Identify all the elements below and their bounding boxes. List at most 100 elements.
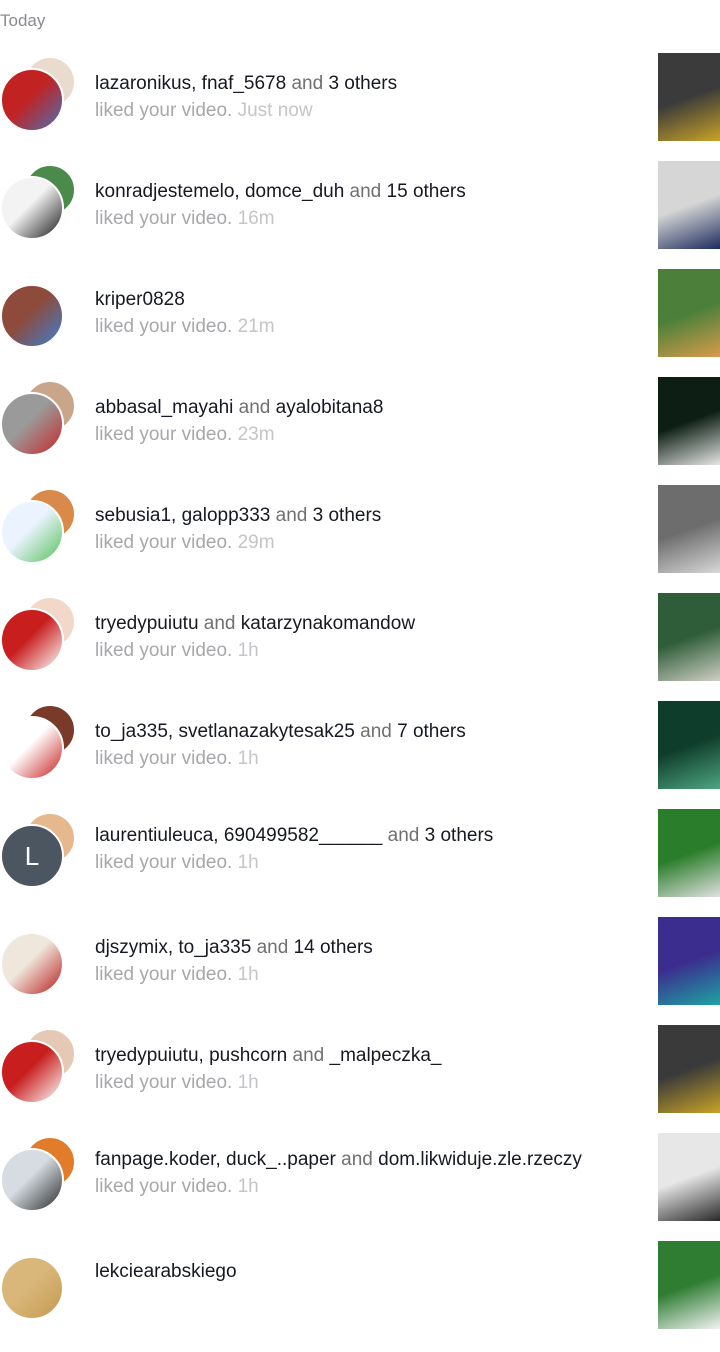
- and-separator: and: [335, 1149, 379, 1170]
- avatar[interactable]: [0, 1148, 64, 1212]
- avatar[interactable]: [0, 176, 64, 240]
- action-text: liked your video.: [95, 852, 233, 873]
- avatar[interactable]: [0, 1256, 64, 1320]
- actor-extra[interactable]: 14 others: [294, 937, 373, 958]
- avatar-group[interactable]: [0, 164, 80, 244]
- avatar-group[interactable]: [0, 380, 80, 460]
- avatar[interactable]: [0, 716, 64, 780]
- actor-name-list[interactable]: abbasal_mayahi: [95, 397, 233, 418]
- and-separator: and: [198, 613, 241, 634]
- avatar[interactable]: [0, 500, 64, 564]
- notification-row[interactable]: Llaurentiuleuca, 690499582______ and 3 o…: [0, 809, 720, 920]
- actor-extra[interactable]: _malpeczka_: [330, 1045, 442, 1066]
- and-separator: and: [251, 937, 294, 958]
- actor-name-list[interactable]: lazaronikus, fnaf_5678: [95, 73, 286, 94]
- avatar-group[interactable]: [0, 1028, 80, 1108]
- avatar[interactable]: L: [0, 824, 64, 888]
- actor-names[interactable]: kriper0828: [95, 286, 595, 313]
- actor-extra[interactable]: dom.likwiduje.zle.rzeczy: [378, 1149, 582, 1170]
- avatar-group[interactable]: [0, 272, 80, 352]
- actor-name-list[interactable]: tryedypuiutu, pushcorn: [95, 1045, 287, 1066]
- notification-text: lekciearabskiego: [95, 1258, 595, 1285]
- actor-name-list[interactable]: laurentiuleuca, 690499582______: [95, 825, 382, 846]
- actor-names[interactable]: djszymix, to_ja335 and 14 others: [95, 934, 595, 961]
- video-thumbnail[interactable]: [658, 485, 720, 573]
- actor-extra[interactable]: katarzynakomandow: [241, 613, 415, 634]
- actor-name-list[interactable]: djszymix, to_ja335: [95, 937, 251, 958]
- avatar[interactable]: [0, 392, 64, 456]
- video-thumbnail[interactable]: [658, 161, 720, 249]
- actor-names[interactable]: to_ja335, svetlanazakytesak25 and 7 othe…: [95, 718, 595, 745]
- avatar[interactable]: [0, 608, 64, 672]
- video-thumbnail[interactable]: [658, 1241, 720, 1329]
- action-text: liked your video.: [95, 424, 233, 445]
- video-thumbnail[interactable]: [658, 377, 720, 465]
- avatar[interactable]: [0, 284, 64, 348]
- video-thumbnail[interactable]: [658, 701, 720, 789]
- video-thumbnail[interactable]: [658, 1025, 720, 1113]
- video-thumbnail[interactable]: [658, 809, 720, 897]
- avatar[interactable]: [0, 932, 64, 996]
- notification-row[interactable]: sebusia1, galopp333 and 3 others liked yo…: [0, 485, 720, 596]
- actor-names[interactable]: lekciearabskiego: [95, 1258, 595, 1285]
- and-separator: and: [233, 397, 276, 418]
- timestamp: 1h: [232, 1176, 259, 1197]
- avatar-group[interactable]: [0, 920, 80, 1000]
- actor-names[interactable]: konradjestemelo, domce_duh and 15 others: [95, 178, 595, 205]
- actor-name-list[interactable]: to_ja335, svetlanazakytesak25: [95, 721, 355, 742]
- avatar-group[interactable]: [0, 56, 80, 136]
- avatar[interactable]: [0, 68, 64, 132]
- actor-extra[interactable]: 3 others: [328, 73, 397, 94]
- action-line: liked your video. 1h: [95, 1069, 595, 1096]
- notification-row[interactable]: fanpage.koder, duck_..paper and dom.likw…: [0, 1133, 720, 1244]
- actor-name-list[interactable]: lekciearabskiego: [95, 1261, 237, 1282]
- actor-names[interactable]: sebusia1, galopp333 and 3 others: [95, 502, 595, 529]
- video-thumbnail[interactable]: [658, 593, 720, 681]
- action-text: liked your video.: [95, 100, 233, 121]
- actor-names[interactable]: tryedypuiutu and katarzynakomandow: [95, 610, 595, 637]
- notification-row[interactable]: lekciearabskiego: [0, 1241, 720, 1352]
- notification-row[interactable]: abbasal_mayahi and ayalobitana8 liked you…: [0, 377, 720, 488]
- notification-row[interactable]: djszymix, to_ja335 and 14 others liked yo…: [0, 917, 720, 1028]
- actor-name-list[interactable]: konradjestemelo, domce_duh: [95, 181, 344, 202]
- avatar-group[interactable]: [0, 1244, 80, 1324]
- actor-name-list[interactable]: kriper0828: [95, 289, 185, 310]
- notification-row[interactable]: tryedypuiutu and katarzynakomandow liked …: [0, 593, 720, 704]
- avatar[interactable]: [0, 1040, 64, 1104]
- action-line: liked your video. 1h: [95, 961, 595, 988]
- notification-text: laurentiuleuca, 690499582______ and 3 ot…: [95, 822, 595, 876]
- avatar-group[interactable]: [0, 596, 80, 676]
- actor-extra[interactable]: ayalobitana8: [276, 397, 384, 418]
- actor-name-list[interactable]: tryedypuiutu: [95, 613, 199, 634]
- video-thumbnail[interactable]: [658, 1133, 720, 1221]
- actor-name-list[interactable]: sebusia1, galopp333: [95, 505, 270, 526]
- avatar-group[interactable]: L: [0, 812, 80, 892]
- actor-extra[interactable]: 15 others: [387, 181, 466, 202]
- actor-names[interactable]: fanpage.koder, duck_..paper and dom.likw…: [95, 1146, 595, 1173]
- avatar-group[interactable]: [0, 488, 80, 568]
- video-thumbnail[interactable]: [658, 917, 720, 1005]
- and-separator: and: [382, 825, 425, 846]
- video-thumbnail[interactable]: [658, 53, 720, 141]
- avatar-group[interactable]: [0, 1136, 80, 1216]
- notification-row[interactable]: kriper0828 liked your video. 21m: [0, 269, 720, 380]
- actor-extra[interactable]: 3 others: [313, 505, 382, 526]
- notification-row[interactable]: to_ja335, svetlanazakytesak25 and 7 othe…: [0, 701, 720, 812]
- notification-row[interactable]: tryedypuiutu, pushcorn and _malpeczka_ li…: [0, 1025, 720, 1136]
- notification-text: fanpage.koder, duck_..paper and dom.likw…: [95, 1146, 595, 1200]
- timestamp: 1h: [232, 640, 259, 661]
- actor-extra[interactable]: 3 others: [425, 825, 494, 846]
- actor-names[interactable]: tryedypuiutu, pushcorn and _malpeczka_: [95, 1042, 595, 1069]
- actor-names[interactable]: abbasal_mayahi and ayalobitana8: [95, 394, 595, 421]
- notification-row[interactable]: lazaronikus, fnaf_5678 and 3 others liked…: [0, 53, 720, 164]
- action-text: liked your video.: [95, 316, 233, 337]
- notification-row[interactable]: konradjestemelo, domce_duh and 15 others…: [0, 161, 720, 272]
- actor-names[interactable]: laurentiuleuca, 690499582______ and 3 ot…: [95, 822, 595, 849]
- actor-extra[interactable]: 7 others: [397, 721, 466, 742]
- avatar-group[interactable]: [0, 704, 80, 784]
- actor-name-list[interactable]: fanpage.koder, duck_..paper: [95, 1149, 336, 1170]
- video-thumbnail[interactable]: [658, 269, 720, 357]
- action-text: liked your video.: [95, 640, 233, 661]
- notification-text: tryedypuiutu, pushcorn and _malpeczka_ li…: [95, 1042, 595, 1096]
- actor-names[interactable]: lazaronikus, fnaf_5678 and 3 others: [95, 70, 595, 97]
